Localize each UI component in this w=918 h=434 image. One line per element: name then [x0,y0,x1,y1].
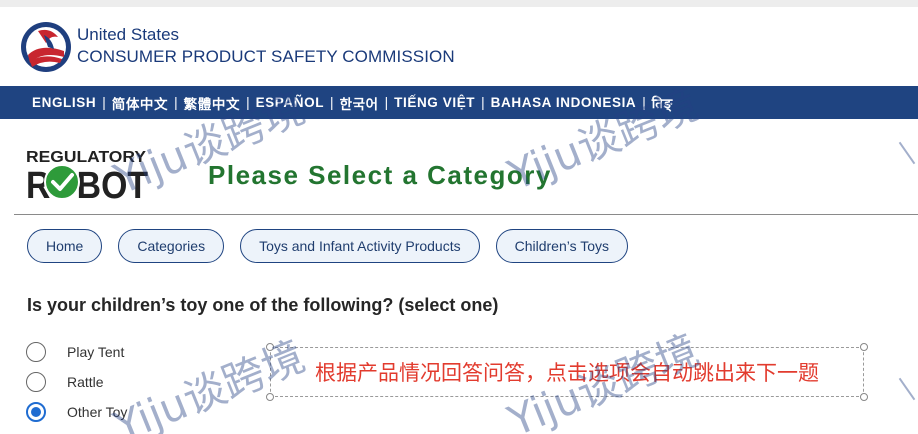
resize-handle [860,393,868,401]
option-label: Other Toy [67,404,128,420]
lang-separator: | [481,95,485,110]
option-list: Play Tent Rattle Other Toy [26,337,127,427]
breadcrumb-childrens-toys[interactable]: Children’s Toys [495,229,629,263]
lang-separator: | [102,95,106,110]
lang-traditional-chinese[interactable]: 繁體中文 [184,93,240,113]
annotation-text: 根据产品情况回答问答，点击选项会自动跳出来下一题 [315,361,819,385]
agency-name-line2: CONSUMER PRODUCT SAFETY COMMISSION [77,47,455,66]
breadcrumb-toys-infant-products[interactable]: Toys and Infant Activity Products [240,229,480,263]
cpsc-seal-logo[interactable] [20,21,72,73]
gear-check-icon [44,164,80,200]
radio-button[interactable] [26,342,46,362]
agency-name-line1: United States [77,25,180,44]
resize-handle [266,393,274,401]
resize-handle [266,343,274,351]
option-other-toy[interactable]: Other Toy [26,397,127,427]
lang-simplified-chinese[interactable]: 简体中文 [112,93,168,113]
option-label: Rattle [67,374,104,390]
watermark-fragment [898,141,916,165]
lang-korean[interactable]: 한국어 [340,93,379,113]
lang-separator: | [330,95,334,110]
lang-separator: | [246,95,250,110]
browser-top-strip [0,0,918,7]
option-rattle[interactable]: Rattle [26,367,127,397]
regulatory-robot-logo: REGULATORY ROBOT [26,149,148,202]
site-header: United States CONSUMER PRODUCT SAFETY CO… [0,7,918,85]
breadcrumb-home[interactable]: Home [27,229,103,263]
breadcrumb-categories[interactable]: Categories [118,229,225,263]
radio-button[interactable] [26,372,46,392]
option-play-tent[interactable]: Play Tent [26,337,127,367]
resize-handle [860,343,868,351]
question-text: Is your children’s toy one of the follow… [27,295,499,315]
annotation-box: 根据产品情况回答问答，点击选项会自动跳出来下一题 [266,343,868,401]
page-title: Please Select a Category [208,160,552,190]
breadcrumb: Home Categories Toys and Infant Activity… [27,229,629,263]
lang-vietnamese[interactable]: TIẾNG VIỆT [394,95,475,110]
header-divider [14,214,918,215]
lang-separator: | [384,95,389,110]
robot-logo-line1: REGULATORY [26,149,146,166]
lang-separator: | [642,95,646,110]
lang-spanish[interactable]: ESPAÑOL [256,95,324,110]
option-label: Play Tent [67,344,125,360]
lang-indonesian[interactable]: BAHASA INDONESIA [491,95,637,110]
lang-other[interactable]: तिङ् [652,94,673,112]
lang-separator: | [174,95,178,110]
radio-button-selected[interactable] [26,402,46,422]
watermark-fragment [898,377,916,401]
lang-english[interactable]: ENGLISH [32,95,96,110]
language-bar: ENGLISH | 简体中文 | 繁體中文 | ESPAÑOL | 한국어 | … [0,86,918,119]
